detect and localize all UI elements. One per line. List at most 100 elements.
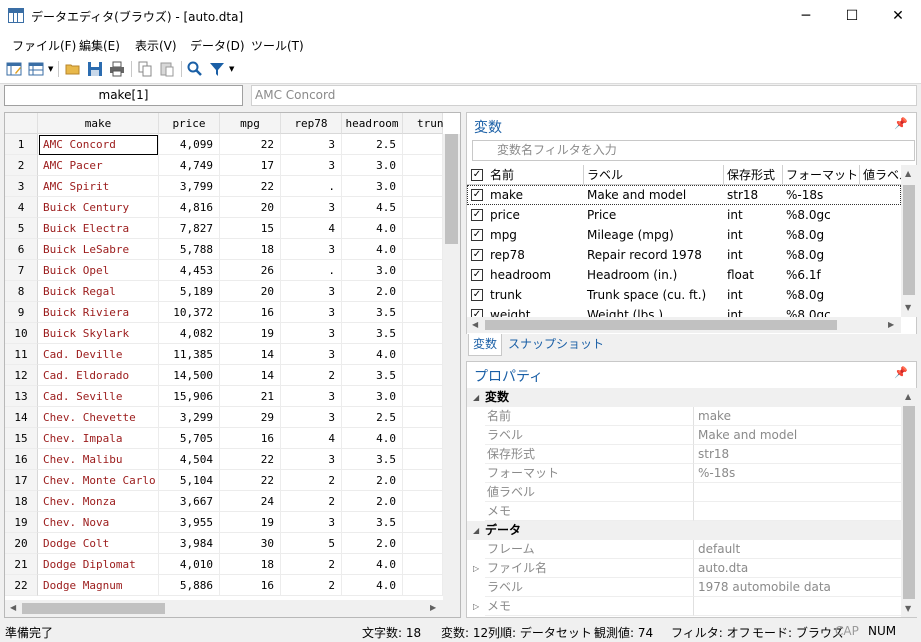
variables-column-header[interactable]: ラベル bbox=[584, 165, 724, 185]
cell-headroom[interactable]: 3.5 bbox=[342, 365, 403, 386]
property-value[interactable] bbox=[694, 483, 901, 502]
cell-value-field[interactable]: AMC Concord bbox=[251, 85, 917, 106]
variable-visible-checkbox[interactable]: ✓ bbox=[471, 309, 483, 317]
cell-headroom[interactable]: 4.0 bbox=[342, 344, 403, 365]
scrollbar-thumb[interactable] bbox=[903, 406, 915, 599]
table-row[interactable]: 21 Dodge Diplomat 4,010 18 2 4.0 bbox=[5, 554, 443, 575]
tab-variables[interactable]: 変数 bbox=[468, 334, 503, 356]
table-row[interactable]: 19 Chev. Nova 3,955 19 3 3.5 bbox=[5, 512, 443, 533]
table-row[interactable]: 20 Dodge Colt 3,984 30 5 2.0 bbox=[5, 533, 443, 554]
property-value[interactable]: str18 bbox=[694, 445, 901, 464]
cell-rep78[interactable]: 3 bbox=[281, 155, 342, 176]
cell-make[interactable]: Buick Electra bbox=[38, 218, 159, 239]
property-row[interactable]: 保存形式 str18 bbox=[467, 445, 901, 464]
cell-mpg[interactable]: 16 bbox=[220, 575, 281, 596]
cell-rep78[interactable]: . bbox=[281, 176, 342, 197]
cell-price[interactable]: 3,984 bbox=[159, 533, 220, 554]
collapse-icon[interactable]: ◢ bbox=[473, 388, 479, 407]
variable-row[interactable]: ✓ make Make and model str18 %-18s bbox=[467, 185, 901, 205]
chevron-down-icon[interactable]: ▼ bbox=[48, 65, 53, 73]
cell-headroom[interactable]: 3.5 bbox=[342, 512, 403, 533]
edit-mode-icon[interactable] bbox=[4, 59, 24, 79]
cell-rep78[interactable]: 4 bbox=[281, 428, 342, 449]
cell-price[interactable]: 4,010 bbox=[159, 554, 220, 575]
cell-make[interactable]: Buick Skylark bbox=[38, 323, 159, 344]
tab-snapshots[interactable]: スナップショット bbox=[504, 334, 608, 356]
row-number[interactable]: 9 bbox=[5, 302, 38, 323]
variables-table[interactable]: ✓ 名前ラベル保存形式フォーマット値ラベル ✓ make Make and model s… bbox=[467, 165, 901, 317]
table-row[interactable]: 3 AMC Spirit 3,799 22. 3.0 bbox=[5, 176, 443, 197]
property-row[interactable]: 値ラベル bbox=[467, 483, 901, 502]
cell-mpg[interactable]: 14 bbox=[220, 344, 281, 365]
cell-rep78[interactable]: 3 bbox=[281, 134, 342, 155]
property-row[interactable]: ▷ メモ bbox=[467, 597, 901, 616]
cell-price[interactable]: 3,299 bbox=[159, 407, 220, 428]
expand-icon[interactable]: ▷ bbox=[473, 597, 479, 616]
cell-trunk[interactable] bbox=[403, 575, 443, 596]
cell-price[interactable]: 15,906 bbox=[159, 386, 220, 407]
cell-mpg[interactable]: 15 bbox=[220, 218, 281, 239]
variable-filter-input[interactable]: 変数名フィルタを入力 bbox=[472, 140, 915, 161]
cell-rep78[interactable]: 3 bbox=[281, 407, 342, 428]
pin-icon[interactable]: 📌 bbox=[894, 117, 908, 130]
table-row[interactable]: 18 Chev. Monza 3,667 24 2 2.0 bbox=[5, 491, 443, 512]
cell-headroom[interactable]: 2.5 bbox=[342, 407, 403, 428]
cell-mpg[interactable]: 19 bbox=[220, 512, 281, 533]
row-number[interactable]: 17 bbox=[5, 470, 38, 491]
expand-icon[interactable]: ▷ bbox=[473, 559, 479, 578]
scroll-down-icon[interactable]: ▼ bbox=[905, 303, 911, 312]
cell-price[interactable]: 3,799 bbox=[159, 176, 220, 197]
cell-mpg[interactable]: 17 bbox=[220, 155, 281, 176]
cell-trunk[interactable] bbox=[403, 281, 443, 302]
row-number[interactable]: 6 bbox=[5, 239, 38, 260]
column-header-headroom[interactable]: headroom bbox=[342, 113, 403, 134]
cell-mpg[interactable]: 20 bbox=[220, 281, 281, 302]
cell-make[interactable]: Dodge Magnum bbox=[38, 575, 159, 596]
table-row[interactable]: 13 Cad. Seville 15,906 21 3 3.0 bbox=[5, 386, 443, 407]
cell-trunk[interactable] bbox=[403, 155, 443, 176]
property-value[interactable]: make bbox=[694, 407, 901, 426]
cell-mpg[interactable]: 26 bbox=[220, 260, 281, 281]
cell-price[interactable]: 5,788 bbox=[159, 239, 220, 260]
cell-price[interactable]: 5,705 bbox=[159, 428, 220, 449]
property-row[interactable]: ▷ ファイル名 auto.dta bbox=[467, 559, 901, 578]
select-all-checkbox[interactable]: ✓ bbox=[471, 169, 483, 181]
cell-make[interactable]: Buick Riviera bbox=[38, 302, 159, 323]
cell-headroom[interactable]: 3.5 bbox=[342, 323, 403, 344]
cell-trunk[interactable] bbox=[403, 344, 443, 365]
scrollbar-thumb[interactable] bbox=[445, 134, 458, 244]
variables-column-header[interactable]: 保存形式 bbox=[724, 165, 783, 185]
cell-rep78[interactable]: 2 bbox=[281, 470, 342, 491]
cell-price[interactable]: 3,667 bbox=[159, 491, 220, 512]
cell-make[interactable]: Buick LeSabre bbox=[38, 239, 159, 260]
table-row[interactable]: 7 Buick Opel 4,453 26. 3.0 bbox=[5, 260, 443, 281]
cell-rep78[interactable]: 3 bbox=[281, 512, 342, 533]
cell-rep78[interactable]: 3 bbox=[281, 323, 342, 344]
cell-rep78[interactable]: 3 bbox=[281, 302, 342, 323]
cell-make[interactable]: Cad. Eldorado bbox=[38, 365, 159, 386]
cell-mpg[interactable]: 18 bbox=[220, 554, 281, 575]
properties-vertical-scrollbar[interactable]: ▲ ▼ bbox=[901, 388, 917, 617]
cell-headroom[interactable]: 3.0 bbox=[342, 176, 403, 197]
cell-mpg[interactable]: 18 bbox=[220, 239, 281, 260]
cell-headroom[interactable]: 3.0 bbox=[342, 155, 403, 176]
cell-headroom[interactable]: 4.0 bbox=[342, 554, 403, 575]
save-icon[interactable] bbox=[85, 59, 105, 79]
property-category[interactable]: ◢ データ bbox=[467, 521, 901, 540]
cell-headroom[interactable]: 2.0 bbox=[342, 281, 403, 302]
menu-file[interactable]: ファイル(F) bbox=[12, 37, 76, 54]
scrollbar-thumb[interactable] bbox=[485, 320, 837, 330]
cell-rep78[interactable]: 3 bbox=[281, 281, 342, 302]
variable-visible-checkbox[interactable]: ✓ bbox=[471, 289, 483, 301]
cell-headroom[interactable]: 2.5 bbox=[342, 134, 403, 155]
cell-trunk[interactable] bbox=[403, 197, 443, 218]
cell-headroom[interactable]: 3.5 bbox=[342, 449, 403, 470]
row-number[interactable]: 3 bbox=[5, 176, 38, 197]
cell-price[interactable]: 5,104 bbox=[159, 470, 220, 491]
cell-rep78[interactable]: 4 bbox=[281, 218, 342, 239]
cell-price[interactable]: 5,886 bbox=[159, 575, 220, 596]
search-icon[interactable] bbox=[185, 59, 205, 79]
cell-rep78[interactable]: 2 bbox=[281, 365, 342, 386]
cell-make[interactable]: Chev. Malibu bbox=[38, 449, 159, 470]
cell-trunk[interactable] bbox=[403, 323, 443, 344]
